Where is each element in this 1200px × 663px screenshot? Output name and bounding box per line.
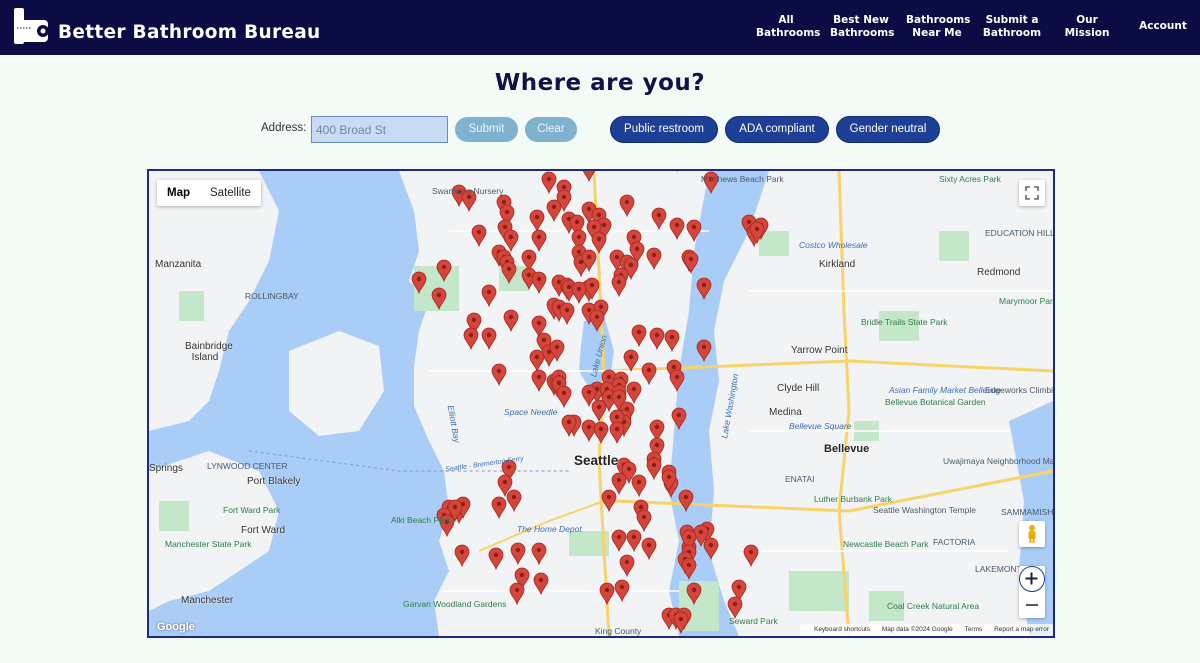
nav-label-line1: Best New — [833, 14, 889, 26]
street-view-button[interactable] — [1019, 521, 1045, 547]
place-manchester: Manchester — [181, 595, 234, 606]
place-king-county: King County — [595, 626, 642, 636]
place-bellevue-botanical: Bellevue Botanical Garden — [885, 397, 986, 407]
filter-public-restroom[interactable]: Public restroom — [610, 116, 718, 143]
place-manzanita: Manzanita — [155, 259, 202, 270]
nav-label-line1: Submit a — [985, 14, 1039, 26]
place-bridle-trails: Bridle Trails State Park — [861, 317, 948, 327]
nav-label-line2: Mission — [1064, 27, 1110, 39]
place-costco: Costco Wholesale — [799, 240, 868, 250]
place-seattle-temple: Seattle Washington Temple — [873, 505, 977, 515]
place-rollingbay: ROLLINGBAY — [245, 291, 299, 301]
keyboard-shortcuts-link[interactable]: Keyboard shortcuts — [814, 626, 870, 633]
nav-label-line2: Bathrooms — [756, 27, 821, 39]
zoom-out-button[interactable] — [1019, 592, 1045, 618]
place-marymoor: Marymoor Park — [999, 296, 1055, 306]
place-clyde-hill: Clyde Hill — [777, 383, 820, 394]
fullscreen-button[interactable] — [1019, 180, 1045, 206]
place-lynwood: LYNWOOD CENTER — [207, 461, 288, 471]
place-home-depot: The Home Depot — [517, 524, 582, 534]
zoom-in-button[interactable] — [1019, 566, 1045, 592]
place-kirkland: Kirkland — [819, 259, 856, 270]
place-newcastle: Newcastle Beach Park — [843, 539, 929, 549]
place-port-blakely: Port Blakely — [247, 476, 301, 487]
place-redmond: Redmond — [977, 267, 1021, 278]
map-attribution: Keyboard shortcuts Map data ©2024 Google… — [799, 624, 1053, 636]
filter-gender-neutral[interactable]: Gender neutral — [836, 116, 940, 143]
place-bellevue: Bellevue — [824, 443, 870, 455]
place-swansons: Swansons Nursery — [432, 186, 504, 196]
place-lakemont: LAKEMONT — [975, 564, 1022, 574]
nav-all-bathrooms[interactable]: All Bathrooms — [756, 14, 821, 40]
place-edgeworks: Edgeworks Climbing — [985, 385, 1055, 395]
report-error-link[interactable]: Report a map error — [994, 626, 1049, 633]
nav-best-new-bathrooms[interactable]: Best New Bathrooms — [830, 14, 895, 40]
nav-label: Account — [1139, 20, 1187, 32]
place-matthews: Matthews Beach Park — [701, 174, 784, 184]
place-uwajimaya: Uwajimaya Neighborhood Market — [943, 456, 1055, 466]
nav-label-line1: All — [778, 14, 794, 26]
place-factoria: FACTORIA — [933, 537, 976, 547]
place-bainbridge: Bainbridge Island — [185, 341, 233, 363]
navbar: Better Bathroom Bureau All Bathrooms Bes… — [0, 0, 1200, 55]
place-education-hill: EDUCATION HILL — [985, 228, 1055, 238]
nav-bathrooms-near-me[interactable]: Bathrooms Near Me — [906, 14, 971, 40]
map-type-toggle: Map Satellite — [157, 180, 261, 206]
minus-icon — [1026, 604, 1038, 606]
nav-label-line1: Bathrooms — [906, 14, 971, 26]
terms-link[interactable]: Terms — [965, 626, 983, 633]
clear-button[interactable]: Clear — [525, 117, 577, 142]
plus-icon — [1025, 572, 1038, 585]
page-title: Where are you? — [494, 70, 706, 96]
place-space-needle: Space Needle — [504, 407, 558, 417]
place-seattle: Seattle — [574, 453, 619, 468]
map-data-text: Map data ©2024 Google — [881, 626, 953, 633]
place-yarrow-point: Yarrow Point — [791, 345, 848, 356]
nav-label-line2: Bathrooms — [830, 27, 895, 39]
submit-button[interactable]: Submit — [455, 117, 518, 142]
nav-submit-bathroom[interactable]: Submit a Bathroom — [982, 14, 1042, 40]
place-manchester-park: Manchester State Park — [165, 539, 252, 549]
toilet-paper-icon[interactable] — [12, 6, 52, 46]
map[interactable]: Seattle Bellevue Kirkland Redmond Manzan… — [147, 169, 1055, 638]
nav-label-line1: Our — [1076, 14, 1098, 26]
nav-label-line2: Bathroom — [982, 27, 1042, 39]
place-coal-creek: Coal Creek Natural Area — [887, 601, 980, 611]
zoom-controls — [1019, 566, 1045, 618]
address-input[interactable] — [311, 116, 448, 143]
place-enatai: ENATAI — [785, 474, 815, 484]
place-alki: Alki Beach Park — [391, 515, 451, 525]
place-springs: Springs — [149, 463, 183, 474]
map-type-satellite[interactable]: Satellite — [200, 180, 261, 206]
nav-our-mission[interactable]: Our Mission — [1060, 14, 1114, 40]
pegman-icon — [1028, 525, 1036, 543]
nav-account[interactable]: Account — [1136, 20, 1190, 33]
google-logo[interactable]: Google — [157, 621, 195, 633]
place-seward: Seward Park — [729, 616, 778, 626]
place-fort-ward-park: Fort Ward Park — [223, 505, 281, 515]
place-medina: Medina — [769, 407, 802, 418]
place-bellevue-square: Bellevue Square — [789, 421, 852, 431]
map-type-map[interactable]: Map — [157, 180, 200, 206]
address-label: Address: — [261, 122, 307, 134]
place-sammamish: SAMMAMISH — [1001, 507, 1054, 517]
nav-label-line2: Near Me — [912, 27, 962, 39]
place-garvan: Garvan Woodland Gardens — [403, 599, 507, 609]
fullscreen-icon — [1025, 186, 1039, 200]
place-luther-burbank: Luther Burbank Park — [814, 494, 892, 504]
place-sixty-acres: Sixty Acres Park — [939, 174, 1001, 184]
place-fort-ward: Fort Ward — [241, 525, 286, 536]
brand-name[interactable]: Better Bathroom Bureau — [58, 21, 321, 45]
filter-ada-compliant[interactable]: ADA compliant — [725, 116, 829, 143]
